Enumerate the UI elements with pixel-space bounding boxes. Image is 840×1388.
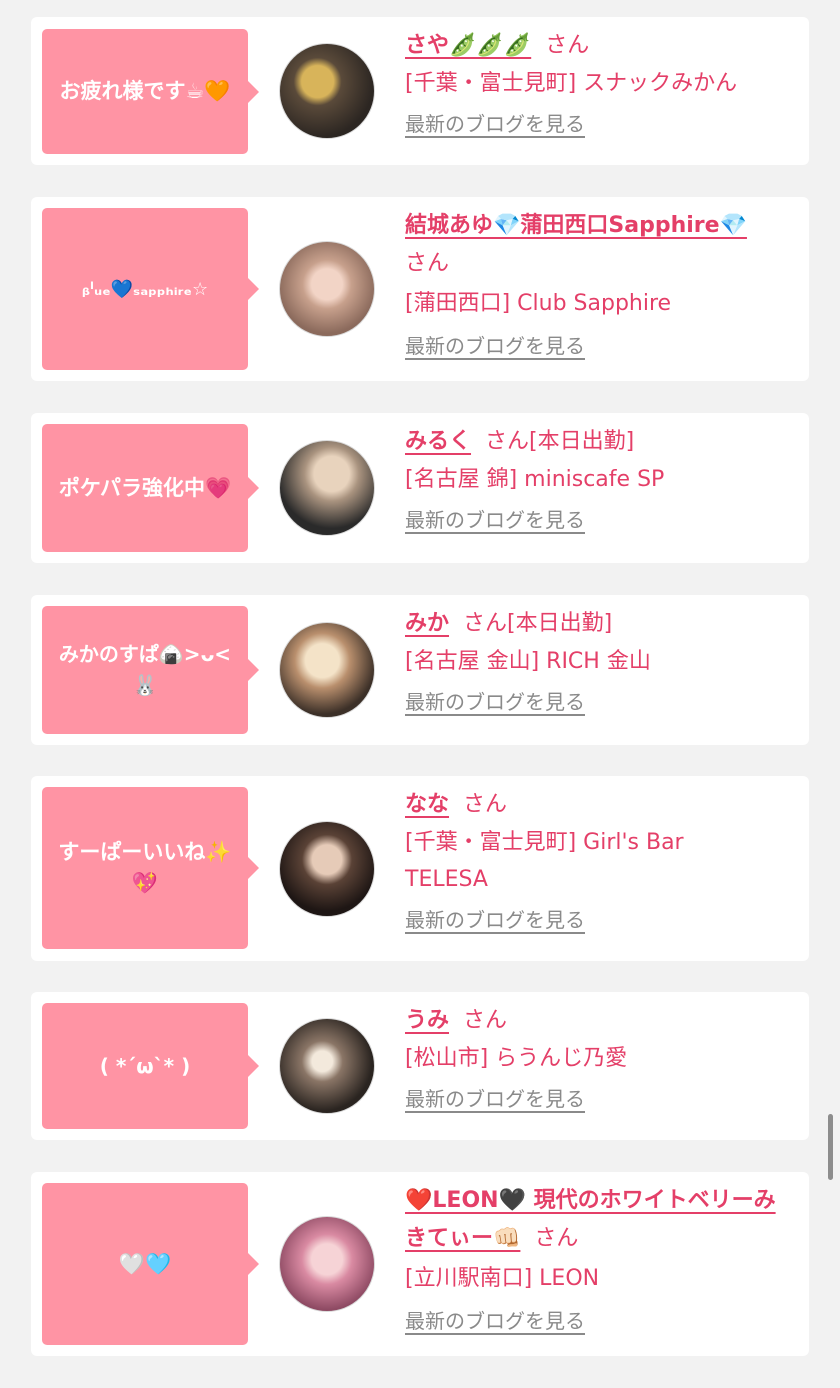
message-bubble: ( *´ω`* ) [42, 1003, 259, 1129]
message-text: ポケパラ強化中💗 [58, 475, 232, 500]
latest-blog-link[interactable]: 最新のブログを見る [405, 905, 585, 935]
honorific: さん [485, 429, 530, 454]
honorific: さん [463, 611, 508, 636]
message-text: 🤍🩵 [118, 1251, 172, 1276]
user-name-link[interactable]: 結城あゆ💎蒲田西口Sapphire💎 [405, 213, 747, 238]
post-card: お疲れ様です☕🧡 さや🫛🫛🫛 さん [千葉・富士見町] スナックみかん 最新のブロ… [31, 17, 809, 165]
post-card: みかのすぱ🍙>ᴗ<🐰 みか さん[本日出勤] [名古屋 金山] RICH 金山 最… [31, 595, 809, 745]
post-card: すーぱーいいね✨💖 なな さん [千葉・富士見町] Girl's Bar TELE… [31, 776, 809, 961]
latest-blog-link[interactable]: 最新のブログを見る [405, 109, 585, 139]
honorific: さん [534, 1226, 579, 1251]
latest-blog-link[interactable]: 最新のブログを見る [405, 687, 585, 717]
latest-blog-link[interactable]: 最新のブログを見る [405, 1306, 585, 1336]
message-text: お疲れ様です☕🧡 [59, 79, 231, 103]
user-name-link[interactable]: みるく [405, 429, 471, 454]
latest-blog-link[interactable]: 最新のブログを見る [405, 505, 585, 535]
shop-label: [立川駅南口] LEON [405, 1266, 600, 1291]
shop-label: [松山市] らうんじ乃愛 [405, 1046, 628, 1071]
message-bubble: ポケパラ強化中💗 [42, 424, 259, 552]
avatar-photo-icon[interactable] [279, 1018, 375, 1114]
user-name-link[interactable]: うみ [405, 1008, 449, 1033]
avatar-photo-icon[interactable] [279, 1216, 375, 1312]
honorific: さん [545, 33, 590, 58]
post-card: ᵦˡᵤₑ💙ₛₐₚₚₕᵢᵣₑ☆ 結城あゆ💎蒲田西口Sapphire💎 さん [蒲田西… [31, 197, 809, 381]
user-name-link[interactable]: ❤️LEON🖤 現代のホワイトベリーみきてぃー👊🏻 [405, 1188, 776, 1251]
honorific: さん [463, 792, 508, 817]
latest-blog-link[interactable]: 最新のブログを見る [405, 331, 585, 361]
honorific: さん [405, 251, 450, 276]
post-card: ( *´ω`* ) うみ さん [松山市] らうんじ乃愛 最新のブログを見る [31, 992, 809, 1140]
post-card: ポケパラ強化中💗 みるく さん[本日出勤] [名古屋 錦] miniscafe S… [31, 413, 809, 563]
shop-label: [名古屋 金山] RICH 金山 [405, 649, 651, 674]
status-label: [本日出勤] [507, 611, 613, 636]
message-text: みかのすぱ🍙>ᴗ<🐰 [58, 642, 232, 697]
avatar-photo-icon[interactable] [279, 440, 375, 536]
shop-label: [蒲田西口] Club Sapphire [405, 291, 672, 316]
message-bubble: すーぱーいいね✨💖 [42, 787, 259, 949]
message-bubble: みかのすぱ🍙>ᴗ<🐰 [42, 606, 259, 734]
avatar-photo-icon[interactable] [279, 622, 375, 718]
blog-feed: お疲れ様です☕🧡 さや🫛🫛🫛 さん [千葉・富士見町] スナックみかん 最新のブロ… [0, 0, 840, 1388]
user-name-link[interactable]: みか [405, 611, 449, 636]
message-text: ( *´ω`* ) [99, 1053, 191, 1078]
shop-label: [千葉・富士見町] Girl's Bar TELESA [405, 830, 684, 892]
status-label: [本日出勤] [529, 429, 635, 454]
message-text: ᵦˡᵤₑ💙ₛₐₚₚₕᵢᵣₑ☆ [81, 278, 209, 300]
message-text: すーぱーいいね✨💖 [58, 840, 232, 895]
honorific: さん [463, 1008, 508, 1033]
user-name-link[interactable]: さや🫛🫛🫛 [405, 33, 531, 58]
message-bubble: 🤍🩵 [42, 1183, 259, 1345]
latest-blog-link[interactable]: 最新のブログを見る [405, 1084, 585, 1114]
avatar-photo-icon[interactable] [279, 241, 375, 337]
user-name-link[interactable]: なな [405, 792, 449, 817]
scrollbar-thumb[interactable] [828, 1114, 833, 1180]
shop-label: [名古屋 錦] miniscafe SP [405, 467, 665, 492]
shop-label: [千葉・富士見町] スナックみかん [405, 71, 738, 96]
avatar-photo-icon[interactable] [279, 43, 375, 139]
post-card: 🤍🩵 ❤️LEON🖤 現代のホワイトベリーみきてぃー👊🏻 さん [立川駅南口] L… [31, 1172, 809, 1356]
message-bubble: ᵦˡᵤₑ💙ₛₐₚₚₕᵢᵣₑ☆ [42, 208, 259, 370]
avatar-photo-icon[interactable] [279, 821, 375, 917]
message-bubble: お疲れ様です☕🧡 [42, 29, 259, 154]
